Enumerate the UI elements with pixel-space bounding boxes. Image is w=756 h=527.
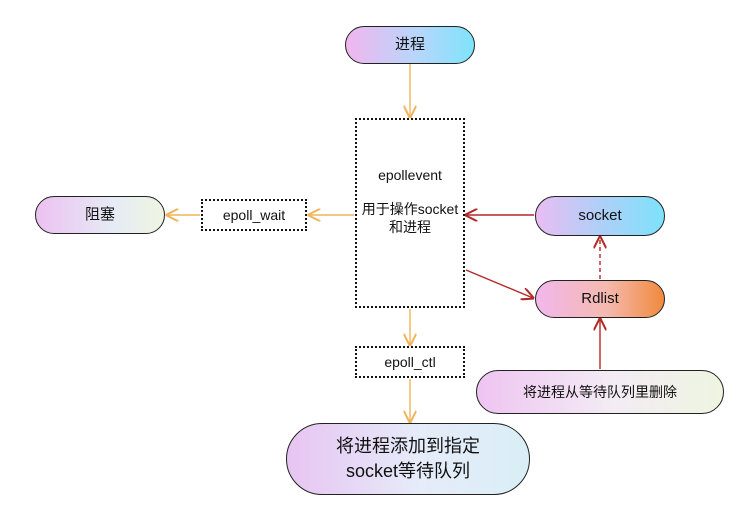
block-node: 阻塞 <box>35 196 165 234</box>
remove-process-label: 将进程从等待队列里删除 <box>523 384 677 400</box>
edge-epollevent-to-rdlist <box>465 269 533 298</box>
epoll-wait-label: epoll_wait <box>222 207 286 223</box>
add-process-label-line1: 将进程添加到指定 <box>336 436 480 456</box>
rdlist-node: Rdlist <box>535 280 665 318</box>
epoll-ctl-label: epoll_ctl <box>384 354 436 370</box>
epoll-wait-node: epoll_wait <box>201 199 307 231</box>
process-node: 进程 <box>345 26 475 64</box>
socket-node: socket <box>535 196 665 236</box>
epollevent-title: epollevent <box>378 167 442 183</box>
epollevent-description: 用于操作socket和进程 <box>361 201 459 235</box>
epoll-ctl-node: epoll_ctl <box>355 346 465 378</box>
socket-label: socket <box>578 207 622 224</box>
process-label: 进程 <box>394 36 425 53</box>
add-process-node: 将进程添加到指定 socket等待队列 <box>286 423 530 495</box>
remove-process-node: 将进程从等待队列里删除 <box>476 370 724 414</box>
rdlist-label: Rdlist <box>581 290 619 307</box>
epollevent-node: epollevent 用于操作socket和进程 <box>355 118 465 308</box>
block-label: 阻塞 <box>84 206 115 223</box>
add-process-label-line2: socket等待队列 <box>345 461 471 481</box>
